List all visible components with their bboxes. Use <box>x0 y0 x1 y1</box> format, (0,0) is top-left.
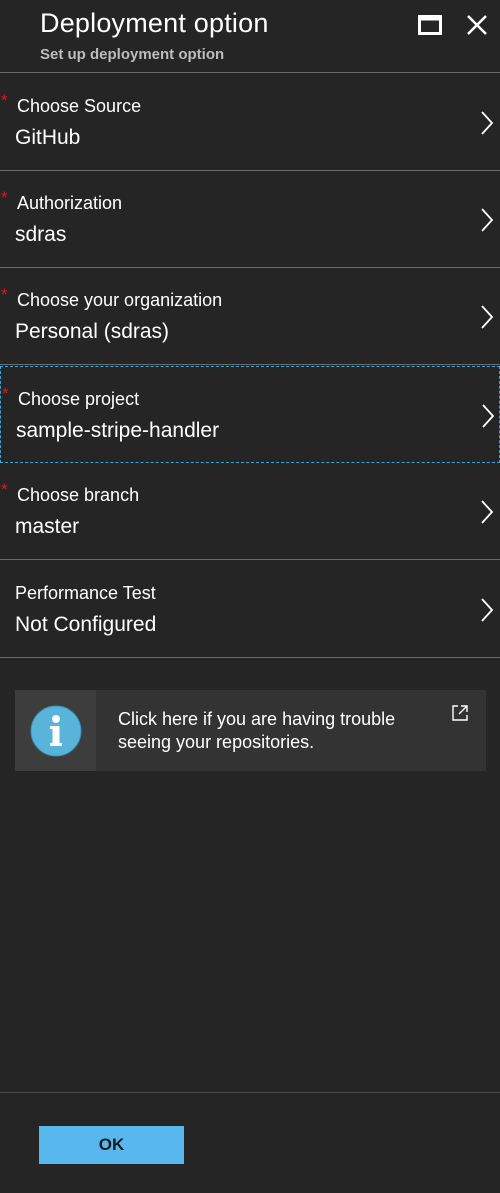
required-marker: * <box>2 384 9 403</box>
row-value: sdras <box>15 223 67 246</box>
info-icon <box>30 705 81 756</box>
row-label: Authorization <box>17 193 123 213</box>
info-icon-container <box>15 690 96 771</box>
blade-header: Deployment option Set up deployment opti… <box>0 0 500 73</box>
ok-button[interactable]: OK <box>39 1126 184 1164</box>
choose-source-row[interactable]: * Choose Source GitHub <box>0 74 500 171</box>
chevron-right-icon <box>481 208 494 232</box>
page-subtitle: Set up deployment option <box>40 46 225 63</box>
help-text: Click here if you are having trouble see… <box>118 709 396 752</box>
row-value: Personal (sdras) <box>15 320 170 343</box>
chevron-right-icon <box>481 500 494 524</box>
required-marker: * <box>1 285 8 304</box>
row-label: Choose Source <box>17 96 142 116</box>
close-button[interactable] <box>462 10 492 40</box>
maximize-icon <box>418 15 442 35</box>
authorization-row[interactable]: * Authorization sdras <box>0 171 500 268</box>
choose-organization-row[interactable]: * Choose your organization Personal (sdr… <box>0 268 500 365</box>
required-marker: * <box>1 188 8 207</box>
repository-help-link[interactable]: Click here if you are having trouble see… <box>15 690 486 771</box>
row-label: Choose your organization <box>17 290 223 310</box>
row-label: Performance Test <box>15 583 156 603</box>
footer-divider <box>0 1092 500 1093</box>
chevron-right-icon <box>481 111 494 135</box>
performance-test-row[interactable]: Performance Test Not Configured <box>0 561 500 658</box>
maximize-button[interactable] <box>415 10 445 40</box>
choose-project-row[interactable]: * Choose project sample-stripe-handler <box>0 366 500 463</box>
chevron-right-icon <box>481 598 494 622</box>
required-marker: * <box>1 91 8 110</box>
chevron-right-icon <box>481 305 494 329</box>
row-label: Choose branch <box>17 485 140 505</box>
required-marker: * <box>1 480 8 499</box>
row-value: master <box>15 515 80 538</box>
external-link-icon <box>452 705 468 721</box>
row-label: Choose project <box>18 389 140 409</box>
page-title: Deployment option <box>40 8 269 38</box>
row-value: GitHub <box>15 126 81 149</box>
chevron-right-icon <box>482 404 495 428</box>
row-value: sample-stripe-handler <box>16 419 220 442</box>
choose-branch-row[interactable]: * Choose branch master <box>0 463 500 560</box>
close-icon <box>467 15 487 35</box>
row-value: Not Configured <box>15 613 157 636</box>
